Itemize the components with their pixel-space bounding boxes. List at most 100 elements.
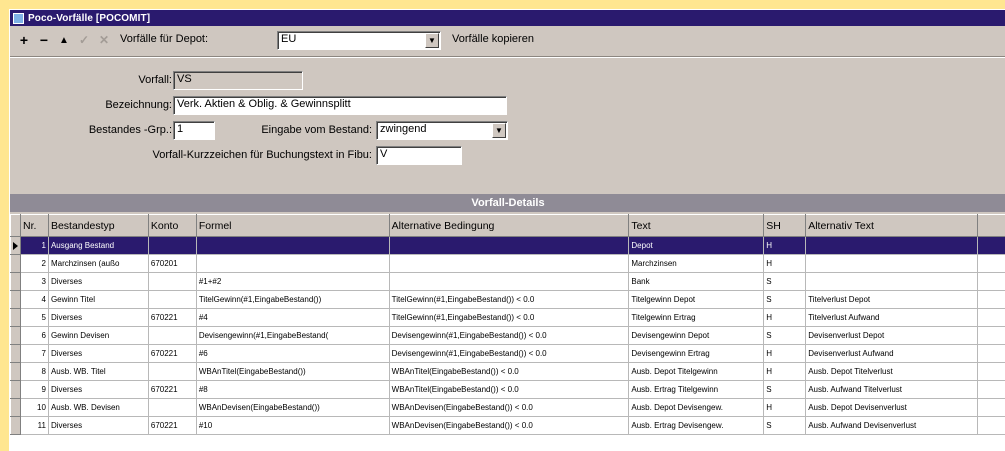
column-header[interactable]: Formel (196, 215, 389, 237)
table-cell[interactable]: Ausb. Depot Devisengew. (629, 399, 764, 417)
table-cell[interactable]: 7 (20, 345, 48, 363)
row-selector[interactable] (11, 399, 21, 417)
table-cell[interactable] (148, 237, 196, 255)
table-cell[interactable]: Titelgewinn Ertrag (629, 309, 764, 327)
table-cell[interactable] (148, 291, 196, 309)
table-cell[interactable]: #1+#2 (196, 273, 389, 291)
kurzzeichen-field[interactable]: V (376, 146, 462, 165)
table-row[interactable]: 1Ausgang BestandDepotH (11, 237, 1005, 255)
table-cell[interactable]: Bank (629, 273, 764, 291)
table-cell[interactable] (389, 237, 629, 255)
column-header[interactable]: Alternativ Text (806, 215, 978, 237)
row-selector[interactable] (11, 327, 21, 345)
bezeichnung-field[interactable]: Verk. Aktien & Oblig. & Gewinnsplitt (173, 96, 507, 115)
table-cell[interactable]: 4 (20, 291, 48, 309)
table-cell[interactable]: WBAnDevisen(EingabeBestand()) < 0.0 (389, 417, 629, 435)
table-cell[interactable]: Diverses (48, 309, 148, 327)
move-up-icon[interactable]: ▲ (56, 31, 72, 49)
table-cell[interactable] (148, 273, 196, 291)
table-cell[interactable] (806, 237, 978, 255)
table-cell[interactable]: Marchzinsen (außo (48, 255, 148, 273)
column-header[interactable]: SH (764, 215, 806, 237)
table-cell[interactable]: 6 (20, 327, 48, 345)
table-cell[interactable] (196, 237, 389, 255)
table-cell[interactable]: H (764, 255, 806, 273)
table-cell[interactable]: Marchzinsen (629, 255, 764, 273)
table-cell[interactable]: H (764, 363, 806, 381)
table-cell[interactable]: Gewinn Devisen (48, 327, 148, 345)
table-cell[interactable]: Ausb. Ertrag Titelgewinn (629, 381, 764, 399)
table-cell[interactable]: Devisenverlust Aufwand (806, 345, 978, 363)
table-cell[interactable]: S (764, 291, 806, 309)
table-cell[interactable]: Ausb. Aufwand Devisenverlust (806, 417, 978, 435)
bestandes-grp-field[interactable]: 1 (173, 121, 215, 140)
row-selector[interactable] (11, 255, 21, 273)
table-cell[interactable]: #4 (196, 309, 389, 327)
table-cell[interactable]: 670201 (148, 255, 196, 273)
row-selector[interactable] (11, 363, 21, 381)
row-selector[interactable] (11, 237, 21, 255)
table-cell[interactable]: WBAnTitel(EingabeBestand()) < 0.0 (389, 363, 629, 381)
row-selector[interactable] (11, 345, 21, 363)
copy-vorfaelle-button[interactable]: Vorfälle kopieren (452, 33, 534, 45)
remove-icon[interactable]: − (36, 31, 52, 49)
depot-select[interactable]: EU ▼ (277, 31, 441, 50)
table-cell[interactable]: Ausb. WB. Titel (48, 363, 148, 381)
table-cell[interactable]: Ausb. Depot Devisenverlust (806, 399, 978, 417)
table-cell[interactable]: WBAnTitel(EingabeBestand()) (196, 363, 389, 381)
table-cell[interactable]: Devisengewinn Ertrag (629, 345, 764, 363)
table-cell[interactable]: 670221 (148, 309, 196, 327)
table-cell[interactable] (148, 327, 196, 345)
row-selector[interactable] (11, 291, 21, 309)
table-cell[interactable]: 670221 (148, 345, 196, 363)
table-cell[interactable]: S (764, 273, 806, 291)
row-selector[interactable] (11, 273, 21, 291)
table-row[interactable]: 6Gewinn Devisen Devisengewinn(#1,EingabeB… (11, 327, 1005, 345)
row-selector[interactable] (11, 381, 21, 399)
table-cell[interactable]: 2 (20, 255, 48, 273)
table-cell[interactable]: TitelGewinn(#1,EingabeBestand()) < 0.0 (389, 309, 629, 327)
table-cell[interactable]: TitelGewinn(#1,EingabeBestand()) (196, 291, 389, 309)
table-cell[interactable]: 5 (20, 309, 48, 327)
chevron-down-icon[interactable]: ▼ (492, 123, 506, 138)
table-cell[interactable]: Devisengewinn(#1,EingabeBestand()) < 0.0 (389, 345, 629, 363)
table-cell[interactable]: Diverses (48, 381, 148, 399)
add-icon[interactable]: + (16, 31, 32, 49)
table-cell[interactable] (389, 255, 629, 273)
table-cell[interactable]: Diverses (48, 345, 148, 363)
table-row[interactable]: 3Diverses#1+#2BankS (11, 273, 1005, 291)
table-cell[interactable]: Titelverlust Aufwand (806, 309, 978, 327)
table-cell[interactable]: Ausb. Aufwand Titelverlust (806, 381, 978, 399)
column-header[interactable]: Bestandestyp (48, 215, 148, 237)
table-cell[interactable] (806, 273, 978, 291)
table-cell[interactable]: Diverses (48, 273, 148, 291)
table-cell[interactable]: S (764, 327, 806, 345)
table-cell[interactable]: Devisengewinn(#1,EingabeBestand()) < 0.0 (389, 327, 629, 345)
eingabe-bestand-select[interactable]: zwingend ▼ (376, 121, 508, 140)
cancel-icon[interactable]: ✕ (96, 31, 112, 49)
table-cell[interactable]: 670221 (148, 381, 196, 399)
table-cell[interactable]: Ausb. Depot Titelverlust (806, 363, 978, 381)
column-header[interactable]: Nr. (20, 215, 48, 237)
table-cell[interactable] (148, 363, 196, 381)
table-row[interactable]: 4Gewinn TitelTitelGewinn(#1,EingabeBesta… (11, 291, 1005, 309)
table-cell[interactable]: Ausgang Bestand (48, 237, 148, 255)
confirm-icon[interactable]: ✓ (76, 31, 92, 49)
table-cell[interactable]: WBAnDevisen(EingabeBestand()) (196, 399, 389, 417)
table-cell[interactable]: 11 (20, 417, 48, 435)
table-cell[interactable]: #8 (196, 381, 389, 399)
table-cell[interactable]: H (764, 237, 806, 255)
table-cell[interactable]: TitelGewinn(#1,EingabeBestand()) < 0.0 (389, 291, 629, 309)
table-cell[interactable]: Ausb. Depot Titelgewinn (629, 363, 764, 381)
table-cell[interactable]: Depot (629, 237, 764, 255)
table-cell[interactable]: 670221 (148, 417, 196, 435)
table-cell[interactable]: 8 (20, 363, 48, 381)
column-header[interactable]: Alternative Bedingung (389, 215, 629, 237)
table-cell[interactable]: WBAnTitel(EingabeBestand()) < 0.0 (389, 381, 629, 399)
row-selector[interactable] (11, 417, 21, 435)
column-header[interactable]: Konto (148, 215, 196, 237)
table-cell[interactable]: Titelverlust Depot (806, 291, 978, 309)
table-cell[interactable]: Ausb. WB. Devisen (48, 399, 148, 417)
table-row[interactable]: 2Marchzinsen (außo670201 MarchzinsenH (11, 255, 1005, 273)
table-cell[interactable]: #6 (196, 345, 389, 363)
